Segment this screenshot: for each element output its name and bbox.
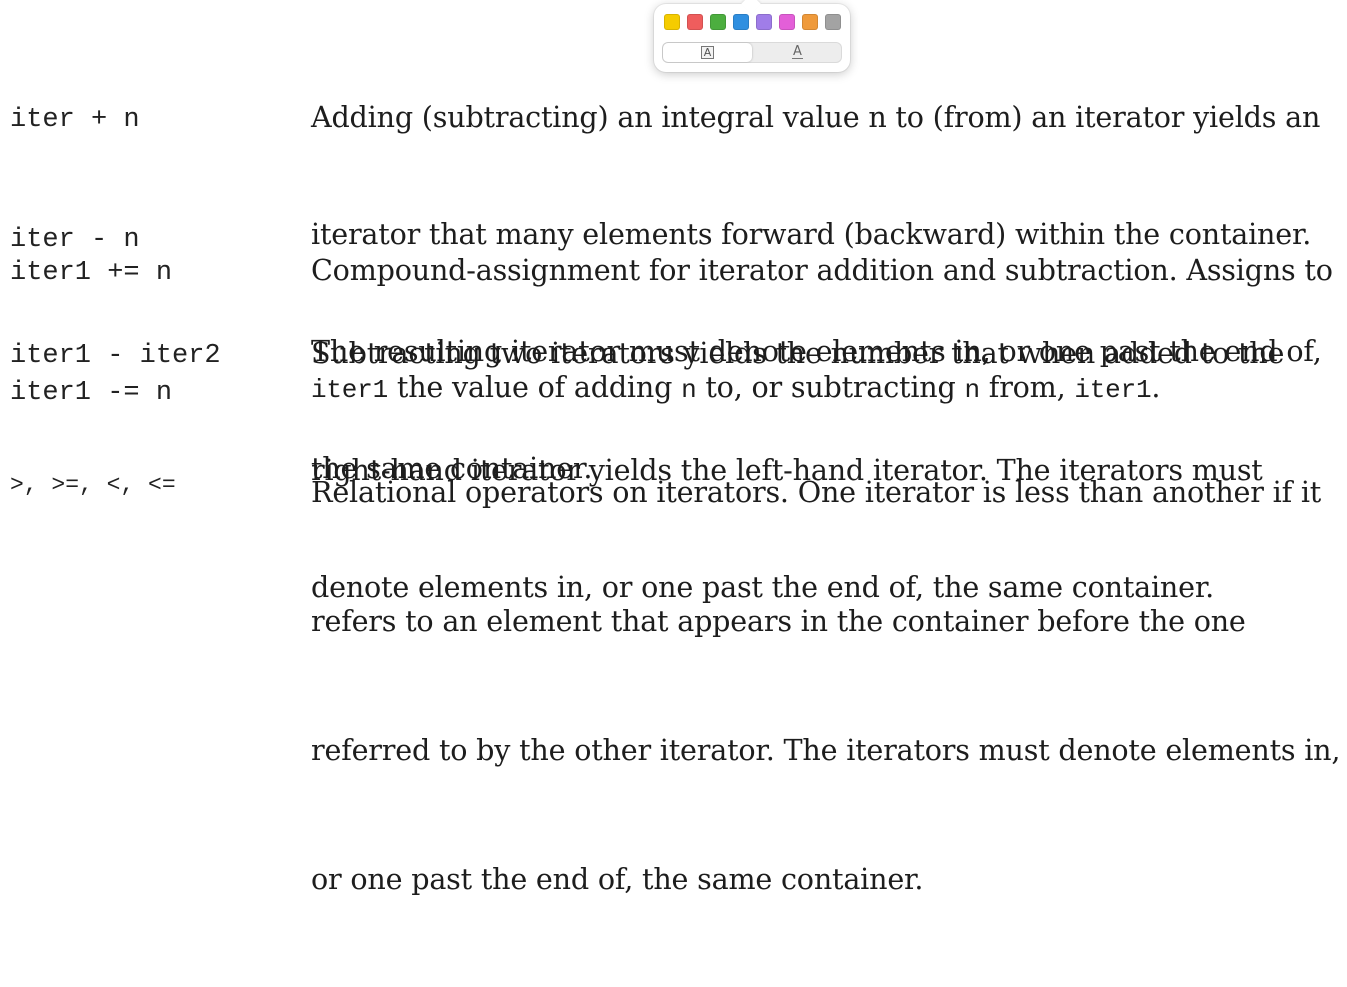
- highlight-style-button[interactable]: A: [663, 43, 752, 62]
- code-line: iter1 - iter2: [10, 341, 221, 371]
- color-swatch-gray[interactable]: [825, 14, 841, 30]
- underline-a-icon: A: [792, 44, 803, 59]
- description-line: Adding (subtracting) an integral value n…: [311, 100, 1321, 134]
- color-swatch-red[interactable]: [687, 14, 703, 30]
- color-swatch-blue[interactable]: [733, 14, 749, 30]
- highlight-color-palette: [664, 14, 841, 30]
- highlight-a-icon: A: [700, 46, 715, 59]
- description-line: refers to an element that appears in the…: [311, 604, 1246, 638]
- color-swatch-green[interactable]: [710, 14, 726, 30]
- description-line: Subtracting two iterators yields the num…: [311, 336, 1285, 370]
- code-line: >, >=, <, <=: [10, 472, 176, 498]
- operator-code: >, >=, <, <=: [10, 385, 176, 585]
- operator-description: Relational operators on iterators. One i…: [311, 385, 1340, 987]
- code-line: iter + n: [10, 105, 140, 135]
- underline-style-button[interactable]: A: [753, 42, 842, 63]
- color-swatch-yellow[interactable]: [664, 14, 680, 30]
- description-line: Relational operators on iterators. One i…: [311, 475, 1322, 509]
- description-line: referred to by the other iterator. The i…: [311, 733, 1341, 767]
- highlight-style-toggle: A A: [662, 42, 842, 63]
- color-swatch-orange[interactable]: [802, 14, 818, 30]
- color-swatch-purple[interactable]: [756, 14, 772, 30]
- color-swatch-pink[interactable]: [779, 14, 795, 30]
- description-line: or one past the end of, the same contain…: [311, 862, 924, 896]
- highlight-popover: A A: [654, 4, 850, 72]
